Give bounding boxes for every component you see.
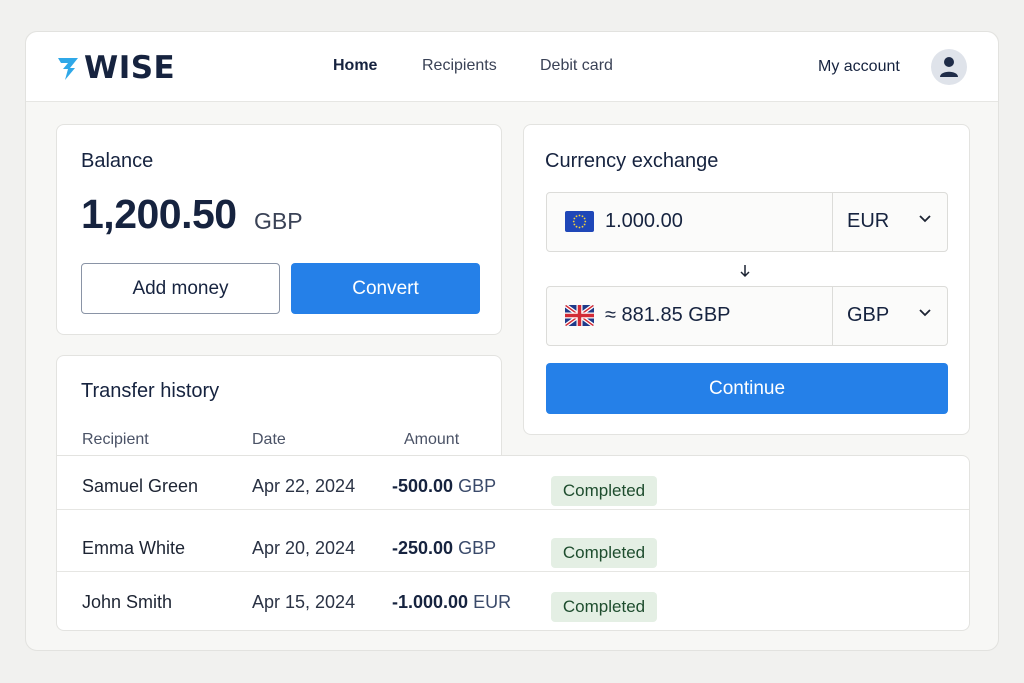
transfer-amount: -1.000.00 EUR: [392, 592, 512, 612]
my-account-link[interactable]: My account: [818, 58, 900, 76]
balance-currency: GBP: [254, 208, 303, 234]
nav-recipients[interactable]: Recipients: [422, 57, 497, 75]
convert-button[interactable]: Convert: [291, 263, 480, 314]
transfer-history-title: Transfer history: [81, 380, 220, 402]
top-navigation-bar: WISE Home Recipients Debit card My accou…: [26, 32, 998, 102]
transfer-amount: -250.00 GBP: [392, 538, 497, 558]
add-money-button[interactable]: Add money: [81, 263, 280, 314]
nav-home[interactable]: Home: [333, 57, 377, 75]
table-row[interactable]: Emma White Apr 20, 2024 -250.00 GBP Comp…: [57, 518, 969, 572]
balance-title: Balance: [81, 150, 154, 172]
field-divider: [832, 193, 833, 251]
transfer-date: Apr 20, 2024: [252, 538, 356, 558]
status-badge: Completed: [551, 476, 657, 506]
transfer-history-table: Samuel Green Apr 22, 2024 -500.00 GBP Co…: [56, 455, 970, 631]
balance-card: Balance 1,200.50 GBP Add money Convert: [56, 124, 502, 335]
app-window: WISE Home Recipients Debit card My accou…: [25, 31, 999, 651]
transfer-amount: -500.00 GBP: [392, 476, 497, 496]
recipient-name: John Smith: [82, 592, 173, 612]
to-amount-value: ≈ 881.85 GBP: [605, 304, 731, 326]
column-header-date: Date: [252, 431, 286, 448]
from-amount-field[interactable]: 1.000.00 EUR: [546, 192, 948, 252]
table-row[interactable]: Samuel Green Apr 22, 2024 -500.00 GBP Co…: [57, 456, 969, 510]
wise-flag-icon: [58, 58, 78, 80]
logo-wordmark: WISE: [84, 50, 176, 86]
nav-debit-card[interactable]: Debit card: [540, 57, 613, 75]
eu-flag-icon: [565, 211, 594, 232]
field-divider: [832, 287, 833, 345]
recipient-name: Samuel Green: [82, 476, 199, 496]
recipient-name: Emma White: [82, 538, 186, 558]
currency-exchange-card: Currency exchange 1.000.00 EUR ≈ 881.85 …: [523, 124, 970, 435]
wise-logo[interactable]: WISE: [56, 50, 175, 86]
column-header-recipient: Recipient: [82, 431, 149, 448]
arrow-down-icon: [740, 265, 750, 278]
chevron-down-icon[interactable]: [919, 215, 931, 223]
column-header-amount: Amount: [404, 431, 460, 448]
from-currency-select[interactable]: EUR: [847, 210, 889, 233]
status-badge: Completed: [551, 592, 657, 622]
user-icon: [940, 57, 958, 77]
transfer-date: Apr 22, 2024: [252, 476, 356, 496]
exchange-title: Currency exchange: [545, 150, 719, 172]
chevron-down-icon[interactable]: [919, 309, 931, 317]
status-badge: Completed: [551, 538, 657, 568]
uk-flag-icon: [565, 305, 594, 326]
table-row[interactable]: John Smith Apr 15, 2024 -1.000.00 EUR Co…: [57, 572, 969, 626]
continue-button[interactable]: Continue: [546, 363, 948, 414]
avatar[interactable]: [931, 49, 967, 85]
balance-amount: 1,200.50: [81, 191, 237, 237]
to-currency-select[interactable]: GBP: [847, 304, 889, 327]
to-amount-field[interactable]: ≈ 881.85 GBP GBP: [546, 286, 948, 346]
from-amount-value[interactable]: 1.000.00: [605, 210, 683, 233]
transfer-date: Apr 15, 2024: [252, 592, 356, 612]
